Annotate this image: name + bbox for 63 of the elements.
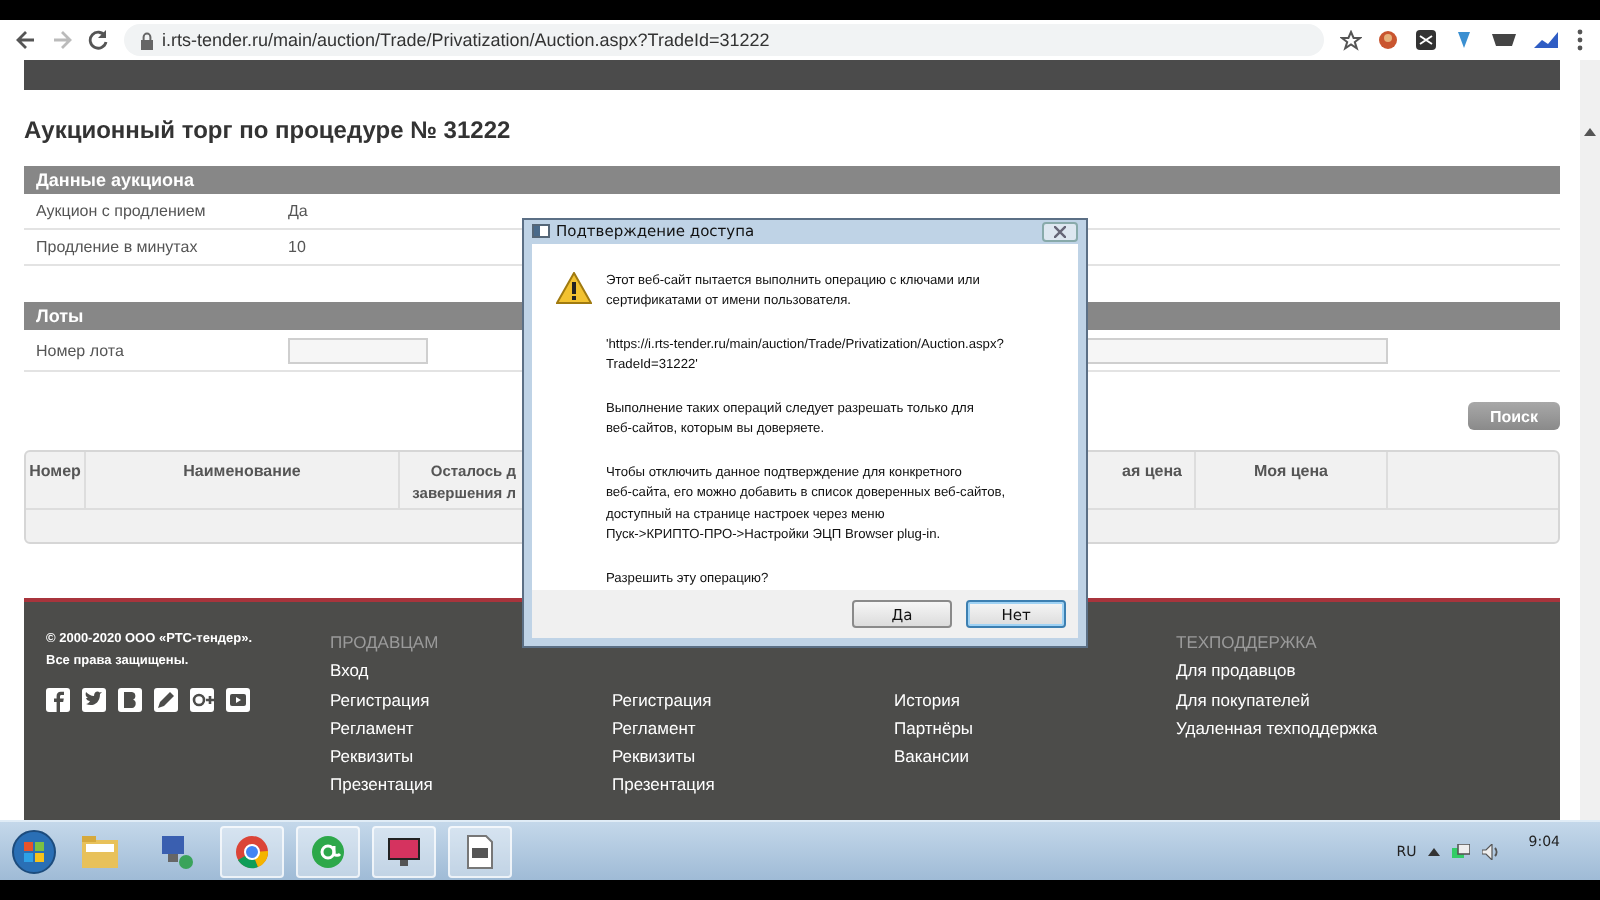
- lot-number-field[interactable]: [288, 337, 428, 363]
- video-icon[interactable]: [226, 688, 250, 712]
- field-value: 10: [288, 238, 306, 256]
- footer-link[interactable]: Презентация: [612, 770, 894, 800]
- field-label: Продление в минутах: [36, 238, 200, 256]
- start-button[interactable]: [12, 829, 56, 873]
- pencil-icon[interactable]: [154, 688, 178, 712]
- footer-link[interactable]: Реквизиты: [612, 742, 894, 771]
- footer-link[interactable]: Регламент: [330, 713, 612, 743]
- footer-link[interactable]: Презентация: [330, 770, 612, 800]
- footer-link[interactable]: Регистрация: [330, 685, 612, 714]
- footer-link[interactable]: Для продавцов: [1176, 656, 1458, 686]
- section-header: Данные аукциона: [24, 166, 1560, 194]
- star-icon[interactable]: [1340, 29, 1362, 51]
- bird-icon[interactable]: [82, 688, 106, 712]
- footer-link[interactable]: История: [894, 685, 1176, 714]
- address-bar[interactable]: i.rts-tender.ru/main/auction/Trade/Privatization/Auction.aspx?TradeId=31222: [124, 24, 1324, 56]
- chrome-button[interactable]: [220, 825, 284, 877]
- column-header: Моя цена: [1196, 452, 1388, 508]
- url-text: i.rts-tender.ru/main/auction/Trade/Privatization/Auction.aspx?TradeId=31222: [162, 30, 770, 50]
- footer-link[interactable]: Вакансии: [894, 742, 1176, 771]
- back-icon[interactable]: [16, 30, 36, 50]
- page-title: Аукционный торг по процедуре № 31222: [24, 116, 513, 144]
- mail-icon: [308, 833, 348, 869]
- footer-link[interactable]: Удаленная техподдержка: [1176, 713, 1458, 743]
- footer-link[interactable]: Регистрация: [612, 685, 894, 714]
- column-header: Номер: [26, 452, 86, 508]
- lock-icon: [140, 31, 154, 49]
- field-value: Да: [288, 202, 308, 220]
- footer-link[interactable]: Регламент: [612, 713, 894, 743]
- extension-icon[interactable]: [1492, 32, 1516, 48]
- letter-b-icon[interactable]: [118, 688, 142, 712]
- footer-link[interactable]: Вход: [330, 656, 612, 686]
- network-computer-icon: [156, 833, 196, 869]
- footer-link[interactable]: Реквизиты: [330, 742, 612, 771]
- monitor-icon: [384, 833, 424, 869]
- speaker-icon[interactable]: [1482, 843, 1501, 859]
- footer-link[interactable]: Партнёры: [894, 713, 1176, 743]
- window-icon: [532, 224, 550, 239]
- field-label: Аукцион с продлением: [36, 202, 208, 220]
- column-heading: ПРОДАВЦАМ: [330, 630, 441, 656]
- google-plus-icon[interactable]: [190, 688, 214, 712]
- caret-up-icon[interactable]: [1428, 847, 1441, 855]
- chrome-icon: [232, 833, 272, 869]
- close-icon: [1054, 225, 1066, 238]
- network-icon[interactable]: [1452, 843, 1471, 859]
- warning-icon: [556, 271, 592, 304]
- facebook-icon[interactable]: [46, 688, 70, 712]
- reload-icon[interactable]: [88, 30, 108, 50]
- column-heading: ТЕХПОДДЕРЖКА: [1176, 630, 1319, 656]
- footer-link[interactable]: Для покупателей: [1176, 685, 1458, 714]
- scroll-up-icon[interactable]: [1584, 128, 1596, 136]
- close-button[interactable]: [1042, 221, 1078, 242]
- mail-button[interactable]: [296, 825, 360, 877]
- folder-icon: [80, 833, 120, 869]
- extension-icon[interactable]: [1534, 32, 1558, 48]
- extension-icon[interactable]: [1416, 30, 1436, 50]
- column-header: ая цена: [1090, 452, 1196, 508]
- field-label: Номер лота: [36, 341, 126, 359]
- document-button[interactable]: [448, 825, 512, 877]
- monitor-button[interactable]: [372, 825, 436, 877]
- menu-icon[interactable]: [1576, 28, 1584, 52]
- column-header: Наименование: [86, 452, 400, 508]
